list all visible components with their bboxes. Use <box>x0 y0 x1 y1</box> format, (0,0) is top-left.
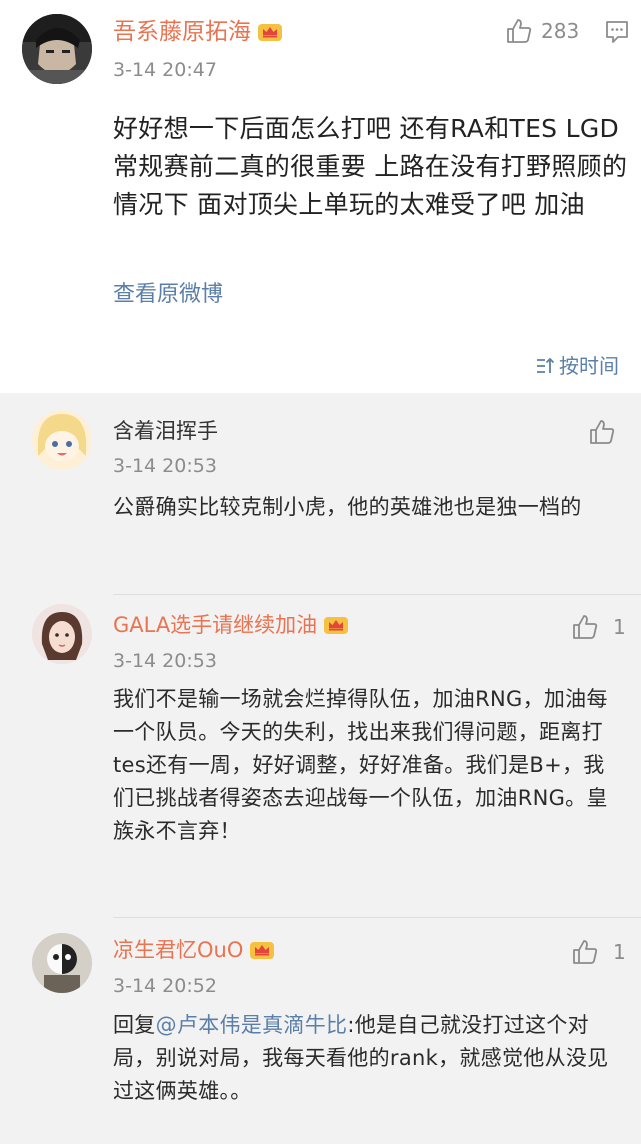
crown-badge-icon <box>258 24 282 41</box>
comment-icon <box>606 21 628 43</box>
post-time: 3-14 20:47 <box>113 59 217 81</box>
comment-item: GALA选手请继续加油 1 3-14 20:53 我们不是输一场就会烂掉得队伍，… <box>0 595 641 918</box>
thumbs-up-icon <box>573 615 598 639</box>
commenter-name[interactable]: GALA选手请继续加油 <box>113 610 349 640</box>
post-author-avatar[interactable] <box>22 14 92 84</box>
comment-time: 3-14 20:53 <box>113 650 217 672</box>
commenter-avatar[interactable] <box>32 604 92 664</box>
view-original-link[interactable]: 查看原微博 <box>113 280 223 310</box>
thumbs-up-icon <box>590 420 615 444</box>
comment-like-button[interactable] <box>588 417 616 447</box>
reply-prefix: 回复 <box>113 1013 156 1037</box>
thumbs-up-icon <box>507 19 532 43</box>
commenter-avatar[interactable] <box>32 933 92 993</box>
sort-by-time-button[interactable]: 按时间 <box>535 353 619 379</box>
post-text: 好好想一下后面怎么打吧 还有RA和TES LGD 常规赛前二真的很重要 上路在没… <box>113 114 628 219</box>
post-like-button[interactable]: 283 <box>505 16 579 46</box>
comment-item: 凉生君忆OuO 1 3-14 20:52 回复@卢本伟是真滴牛比:他是自己就没打… <box>0 918 641 1144</box>
post-like-count: 283 <box>541 19 580 43</box>
comment-time: 3-14 20:53 <box>113 455 217 477</box>
comment-like-button[interactable]: 1 <box>571 937 626 967</box>
sort-label: 按时间 <box>559 354 619 378</box>
comment-like-count: 1 <box>613 940 626 964</box>
main-post-card: 吾系藤原拓海 3-14 20:47 283 好好想一下后面怎么打吧 还有RA和T… <box>0 0 641 393</box>
commenter-name[interactable]: 凉生君忆OuO <box>113 935 275 965</box>
commenter-name[interactable]: 含着泪挥手 <box>113 416 218 446</box>
comment-time: 3-14 20:52 <box>113 975 217 997</box>
reply-mention-link[interactable]: @卢本伟是真滴牛比 <box>156 1013 348 1037</box>
post-comment-button[interactable] <box>604 17 630 47</box>
crown-badge-icon <box>250 942 275 959</box>
comment-like-button[interactable]: 1 <box>571 612 626 642</box>
comment-like-count: 1 <box>613 615 626 639</box>
comment-text: 公爵确实比较克制小虎，他的英雄池也是独一档的 <box>113 495 582 519</box>
comment-text: 回复@卢本伟是真滴牛比:他是自己就没打过这个对局，别说对局，我每天看他的rank… <box>113 1009 623 1108</box>
comment-text: 我们不是输一场就会烂掉得队伍，加油RNG，加油每一个队员。今天的失利，找出来我们… <box>113 687 608 843</box>
comment-item: 含着泪挥手 3-14 20:53 公爵确实比较克制小虎，他的英雄池也是独一档的 <box>0 393 641 595</box>
commenter-avatar[interactable] <box>32 410 92 470</box>
post-author-name[interactable]: 吾系藤原拓海 <box>113 17 283 47</box>
crown-badge-icon <box>324 617 349 634</box>
thumbs-up-icon <box>573 940 598 964</box>
sort-icon <box>537 357 555 373</box>
